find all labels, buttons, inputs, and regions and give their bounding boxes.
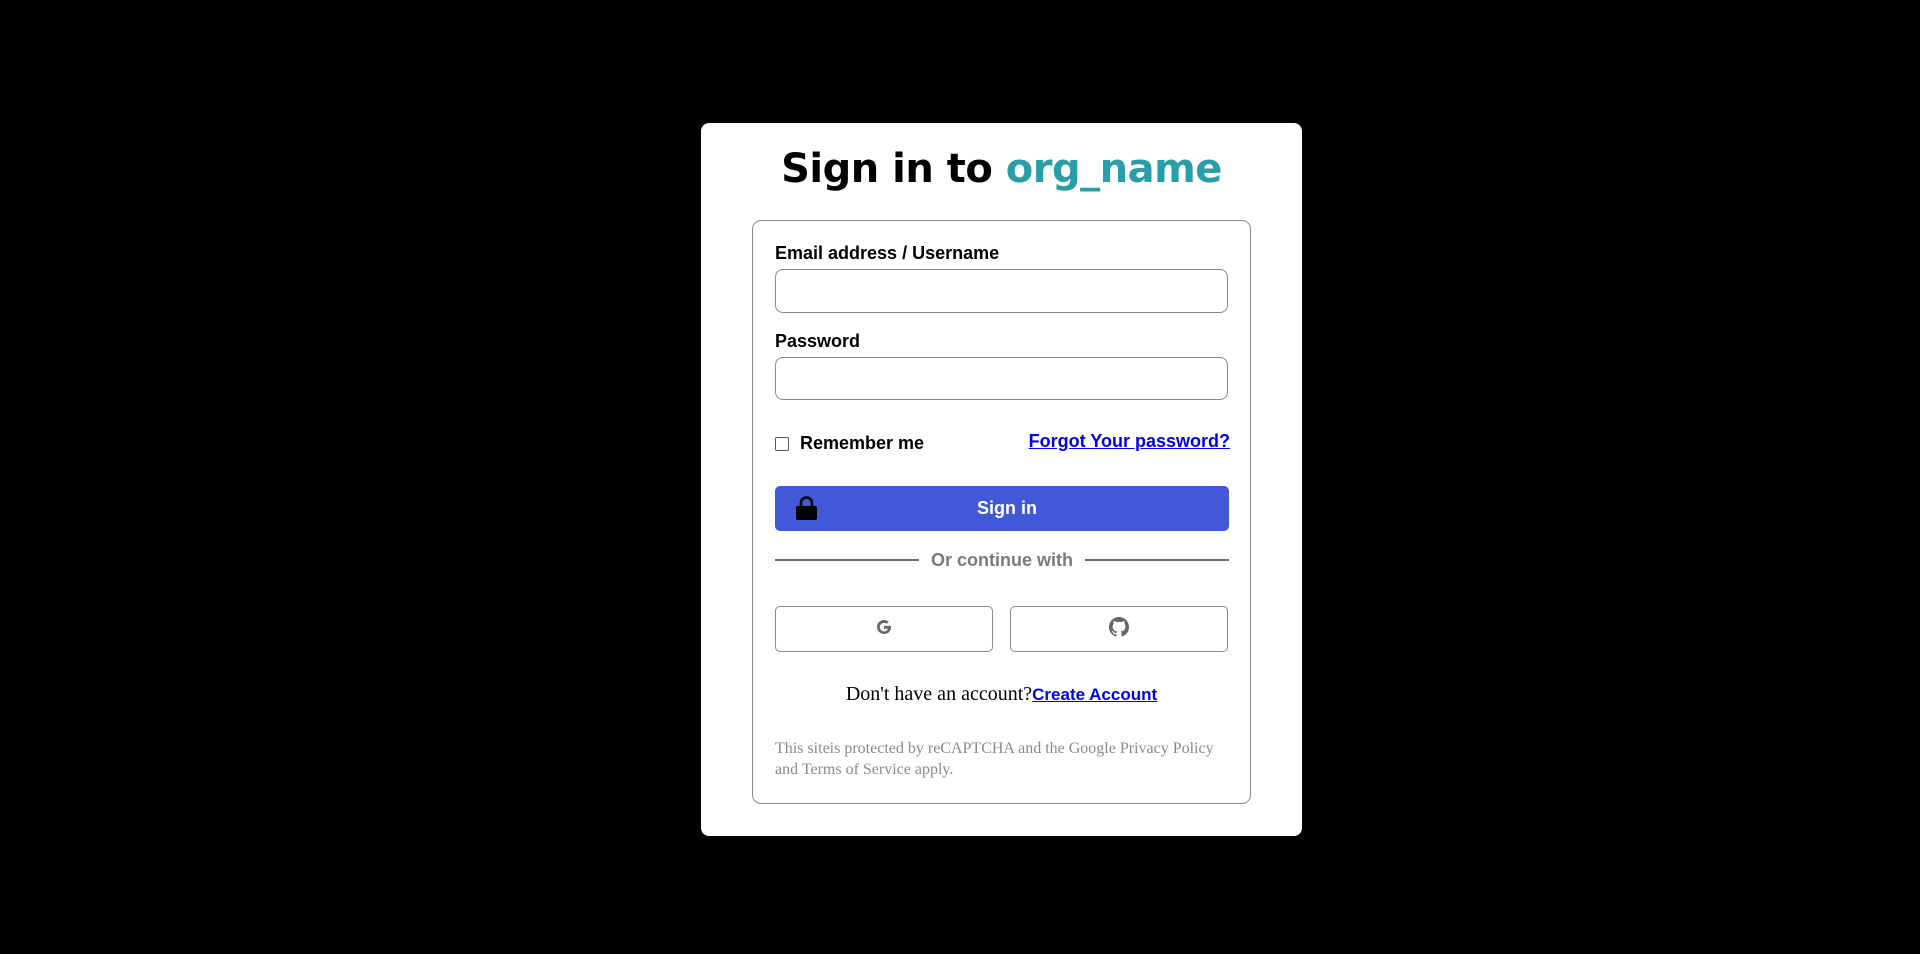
email-field[interactable]: [775, 269, 1228, 313]
forgot-password-link[interactable]: Forgot Your password?: [1029, 431, 1230, 452]
google-icon: [874, 617, 894, 642]
remember-me-row: Remember me: [775, 433, 924, 454]
login-form: Email address / Username Password Rememb…: [752, 220, 1251, 804]
password-field[interactable]: [775, 357, 1228, 400]
remember-me-checkbox[interactable]: [775, 436, 789, 451]
password-label: Password: [775, 331, 861, 351]
create-account-link[interactable]: Create Account: [1032, 685, 1157, 704]
google-login-button[interactable]: [775, 606, 993, 652]
divider-text: Or continue with: [931, 549, 1073, 570]
create-account-row: Don't have an account?Create Account: [753, 683, 1250, 706]
title-prefix: Sign in to: [781, 146, 1006, 192]
divider-line-left: [775, 559, 919, 561]
org-name: org_name: [1005, 146, 1223, 192]
recaptcha-notice: This siteis protected by reCAPTCHA and t…: [775, 740, 1214, 778]
account-prompt: Don't have an account?: [845, 683, 1033, 705]
sign-in-button[interactable]: Sign in: [775, 486, 1229, 531]
github-login-button[interactable]: [1010, 606, 1228, 652]
divider-line-right: [1085, 559, 1229, 561]
page-title: Sign in to org_name: [701, 141, 1302, 197]
github-icon: [1109, 616, 1129, 642]
remember-me-label: Remember me: [800, 433, 925, 453]
sign-in-label: Sign in: [977, 498, 1037, 518]
login-card: Sign in to org_name Email address / User…: [701, 123, 1302, 836]
or-continue-divider: Or continue with: [775, 548, 1229, 572]
email-label: Email address / Username: [775, 243, 1000, 263]
